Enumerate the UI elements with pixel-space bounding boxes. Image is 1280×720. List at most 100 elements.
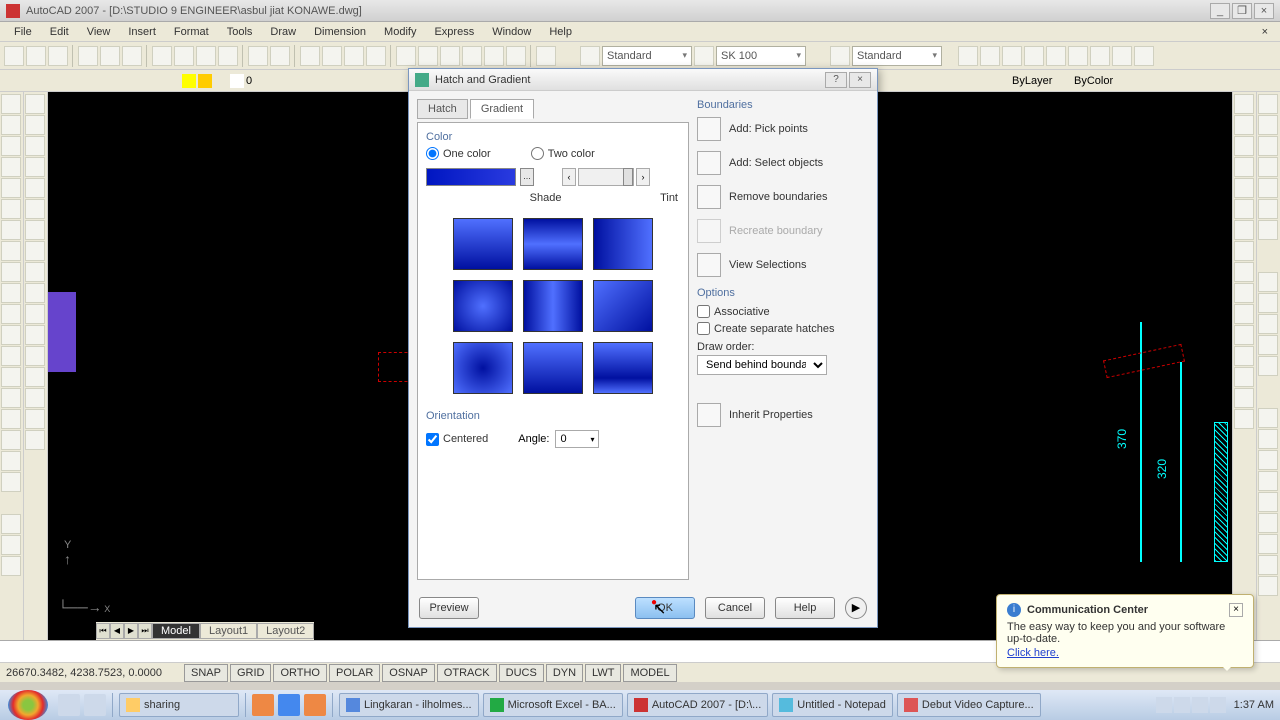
dim-leader-icon[interactable] (25, 325, 45, 345)
save-icon[interactable] (48, 46, 68, 66)
arc-icon[interactable] (1, 199, 21, 219)
undo-icon[interactable] (248, 46, 268, 66)
view-selections-button[interactable]: View Selections (729, 259, 806, 271)
expand-dialog-button[interactable]: ▶ (845, 597, 867, 619)
quicklaunch-icon[interactable] (304, 694, 326, 716)
tint-slider[interactable]: ‹ › (562, 168, 650, 186)
lineweight-combo[interactable]: ByColor (1074, 75, 1164, 87)
find-icon[interactable] (1046, 46, 1066, 66)
angle-dropdown[interactable]: 0 (555, 430, 599, 448)
make-block-icon[interactable] (1, 346, 21, 366)
menu-dimension[interactable]: Dimension (306, 24, 374, 40)
textstyle-icon[interactable] (830, 46, 850, 66)
publish-icon[interactable] (122, 46, 142, 66)
model-toggle[interactable]: MODEL (623, 664, 676, 682)
circle-icon[interactable] (1, 220, 21, 240)
dim-textedit-icon[interactable] (25, 409, 45, 429)
view-selections-icon[interactable] (697, 253, 721, 277)
convert-icon[interactable] (1134, 46, 1154, 66)
scale-text-icon[interactable] (1090, 46, 1110, 66)
zoom5-icon[interactable] (1258, 492, 1278, 512)
close-button[interactable]: × (1254, 3, 1274, 19)
help2-icon[interactable] (1218, 72, 1236, 90)
hatch-edit-icon[interactable] (1258, 115, 1278, 135)
xline-icon[interactable] (1, 115, 21, 135)
menu-modify[interactable]: Modify (376, 24, 424, 40)
menu-format[interactable]: Format (166, 24, 217, 40)
taskbar-item[interactable]: Lingkaran - ilholmes... (339, 693, 479, 717)
point-icon[interactable] (1, 367, 21, 387)
draworder-icon[interactable] (1258, 94, 1278, 114)
dim-arc-icon[interactable] (25, 136, 45, 156)
gradient-pattern-5[interactable] (523, 280, 583, 332)
zoom9-icon[interactable] (1258, 576, 1278, 596)
inherit-properties-button[interactable]: Inherit Properties (729, 409, 813, 421)
area-icon[interactable] (1258, 293, 1278, 313)
cancel-button[interactable]: Cancel (705, 597, 765, 619)
dim-jog-icon[interactable] (25, 199, 45, 219)
quicklaunch-icon[interactable] (58, 694, 80, 716)
pan-icon[interactable] (300, 46, 320, 66)
region2-icon[interactable] (1258, 314, 1278, 334)
gradient-pattern-3[interactable] (593, 218, 653, 270)
paste-icon[interactable] (196, 46, 216, 66)
color-swatch[interactable] (426, 168, 516, 186)
join-icon[interactable] (1234, 346, 1254, 366)
mledit-icon[interactable] (1258, 178, 1278, 198)
zoom2-icon[interactable] (1258, 429, 1278, 449)
draw-order-dropdown[interactable]: Send behind boundary (697, 355, 827, 375)
centered-checkbox[interactable]: Centered (426, 433, 488, 446)
polar-toggle[interactable]: POLAR (329, 664, 380, 682)
snap-toggle[interactable]: SNAP (184, 664, 228, 682)
singletext-icon[interactable] (1002, 46, 1022, 66)
layer-prop-icon[interactable] (4, 72, 22, 90)
gradient-pattern-1[interactable] (453, 218, 513, 270)
gradient-pattern-4[interactable] (453, 280, 513, 332)
otrack-toggle[interactable]: OTRACK (437, 664, 497, 682)
tray-icon[interactable] (1156, 697, 1172, 713)
sheet-set-icon[interactable] (462, 46, 482, 66)
break-icon[interactable] (1234, 325, 1254, 345)
copy-icon[interactable] (174, 46, 194, 66)
text-a-icon[interactable] (958, 46, 978, 66)
tab-gradient[interactable]: Gradient (470, 99, 534, 119)
menu-view[interactable]: View (79, 24, 119, 40)
doc-close-button[interactable]: × (1256, 26, 1274, 38)
zoom-window-icon[interactable] (366, 46, 386, 66)
menu-edit[interactable]: Edit (42, 24, 77, 40)
cut-icon[interactable] (152, 46, 172, 66)
snap-mid-icon[interactable] (1, 535, 21, 555)
textstyle-combo[interactable]: Standard (852, 46, 942, 66)
express-icon[interactable] (1238, 72, 1256, 90)
zoom4-icon[interactable] (1258, 471, 1278, 491)
open-icon[interactable] (26, 46, 46, 66)
tab-next-icon[interactable]: ▶ (124, 623, 138, 639)
ok-button[interactable]: OK (635, 597, 695, 619)
mtext-icon[interactable] (980, 46, 1000, 66)
qcalc-icon[interactable] (506, 46, 526, 66)
sun-icon[interactable] (198, 74, 212, 88)
help-icon[interactable] (536, 46, 556, 66)
menu-express[interactable]: Express (426, 24, 482, 40)
lwt-toggle[interactable]: LWT (585, 664, 621, 682)
zoom-rt-icon[interactable] (322, 46, 342, 66)
dim-radius-icon[interactable] (25, 178, 45, 198)
help-button[interactable]: Help (775, 597, 835, 619)
quicklaunch-icon[interactable] (84, 694, 106, 716)
new-icon[interactable] (4, 46, 24, 66)
dimstyle-combo[interactable]: Standard (602, 46, 692, 66)
remove-boundaries-icon[interactable] (697, 185, 721, 209)
gradient-pattern-2[interactable] (523, 218, 583, 270)
dim-icon[interactable] (694, 46, 714, 66)
layer-freeze-icon[interactable] (92, 72, 110, 90)
gradient-pattern-6[interactable] (593, 280, 653, 332)
pedit-icon[interactable] (1258, 136, 1278, 156)
rotate-icon[interactable] (1234, 220, 1254, 240)
attedit-icon[interactable] (1258, 199, 1278, 219)
color-swatch-icon[interactable] (230, 74, 244, 88)
tool-palettes-icon[interactable] (440, 46, 460, 66)
preview-button[interactable]: Preview (419, 597, 479, 619)
dim-tolerance-icon[interactable] (25, 346, 45, 366)
explode-icon[interactable] (1234, 409, 1254, 429)
ltype-icon[interactable] (1178, 72, 1196, 90)
